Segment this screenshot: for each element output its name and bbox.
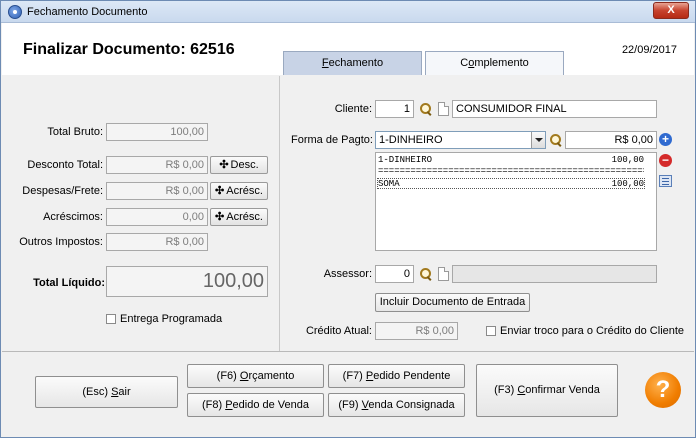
list-item[interactable]: 1-DINHEIRO 100,00 — [378, 155, 644, 166]
button-label: Acrésc. — [226, 185, 263, 197]
close-button[interactable]: X — [653, 2, 689, 19]
document-date: 22/09/2017 — [621, 44, 677, 56]
remove-icon[interactable]: − — [659, 154, 672, 167]
orcamento-button[interactable]: (F6) Orçamento — [187, 364, 324, 388]
forma-pagto-label: Forma de Pagto: — [291, 134, 373, 146]
button-label: edido Pendente — [373, 370, 451, 382]
tab-fechamento[interactable]: Fechamento — [283, 51, 422, 75]
tab-complemento[interactable]: Complemento — [425, 51, 564, 75]
pagto-amount-field[interactable]: R$ 0,00 — [565, 131, 657, 149]
button-label: Desc. — [230, 159, 259, 171]
search-icon[interactable] — [549, 133, 563, 147]
title-bar: Fechamento Documento X — [1, 1, 695, 23]
confirmar-venda-button[interactable]: (F3) Confirmar Venda — [476, 364, 618, 417]
despesas-field: R$ 0,00 — [106, 182, 208, 200]
search-icon[interactable] — [419, 102, 433, 116]
tab-label: echamento — [328, 57, 384, 69]
button-label: rçamento — [248, 370, 295, 382]
app-icon — [8, 5, 22, 19]
assessor-code-field[interactable]: 0 — [375, 265, 414, 283]
credito-atual-label: Crédito Atual: — [305, 325, 372, 337]
forma-pagto-select[interactable]: 1-DINHEIRO — [375, 131, 546, 149]
button-label: (F8) — [201, 399, 226, 411]
outros-impostos-label: Outros Impostos: — [19, 236, 103, 248]
acrescimos-label: Acréscimos: — [43, 211, 103, 223]
pedido-pendente-button[interactable]: (F7) Pedido Pendente — [328, 364, 465, 388]
window: Fechamento Documento X Finalizar Documen… — [0, 0, 696, 438]
divider — [2, 351, 694, 352]
cliente-name-field[interactable]: CONSUMIDOR FINAL — [452, 100, 657, 118]
assessor-label: Assessor: — [323, 268, 372, 280]
tab-label: C — [460, 57, 469, 69]
acrescimos-field: 0,00 — [106, 208, 208, 226]
incluir-documento-button[interactable]: Incluir Documento de Entrada — [375, 293, 530, 312]
list-item[interactable]: SOMA 100,00 — [377, 178, 645, 189]
enviar-troco-checkbox[interactable] — [486, 326, 496, 336]
button-label: enda Consignada — [368, 399, 455, 411]
pedido-de-venda-button[interactable]: (F8) Pedido de Venda — [187, 393, 324, 417]
tab-label: mplemento — [474, 57, 529, 69]
payment-value: 100,00 — [611, 155, 644, 165]
window-title: Fechamento Documento — [27, 6, 148, 18]
total-liquido-field: 100,00 — [106, 266, 268, 297]
desconto-label: Desconto Total: — [27, 159, 103, 171]
acrescimos-button[interactable]: ✣ Acrésc. — [210, 208, 268, 226]
button-label: (Esc) — [82, 386, 112, 398]
despesas-acrescimo-button[interactable]: ✣ Acrésc. — [210, 182, 268, 200]
entrega-programada-checkbox[interactable] — [106, 314, 116, 324]
entrega-programada-label: Entrega Programada — [120, 313, 223, 325]
search-icon[interactable] — [419, 267, 433, 281]
button-label: (F7) — [342, 370, 366, 382]
header: Finalizar Documento: 62516 22/09/2017 Fe… — [2, 23, 694, 75]
button-label: Acrésc. — [226, 211, 263, 223]
forma-pagto-value: 1-DINHEIRO — [379, 134, 443, 146]
help-icon[interactable]: ? — [645, 372, 681, 408]
payment-list[interactable]: 1-DINHEIRO 100,00 =======================… — [375, 152, 657, 251]
button-label: (F3) — [494, 384, 518, 396]
list-icon[interactable] — [659, 175, 672, 187]
credito-atual-field: R$ 0,00 — [375, 322, 458, 340]
cliente-code-field[interactable]: 1 — [375, 100, 414, 118]
list-item: ========================================… — [378, 166, 644, 177]
plus-icon: ✣ — [215, 185, 225, 197]
assessor-name-field — [452, 265, 657, 283]
tab-label: F — [321, 57, 329, 69]
button-label: onfirmar Venda — [525, 384, 600, 396]
payment-name: 1-DINHEIRO — [378, 155, 433, 165]
button-label: (F6) — [216, 370, 240, 382]
payment-name: SOMA — [378, 179, 400, 189]
button-label: edido de Venda — [232, 399, 310, 411]
plus-icon: ✣ — [219, 159, 229, 171]
chevron-down-icon[interactable] — [531, 132, 545, 148]
button-label: P — [225, 399, 233, 411]
document-icon[interactable] — [438, 267, 449, 281]
add-icon[interactable]: + — [659, 133, 672, 146]
venda-consignada-button[interactable]: (F9) Venda Consignada — [328, 393, 465, 417]
button-label: (F9) — [338, 399, 362, 411]
total-bruto-field: 100,00 — [106, 123, 208, 141]
enviar-troco-label: Enviar troco para o Crédito do Cliente — [500, 325, 685, 337]
total-liquido-label: Total Líquido: — [33, 277, 105, 289]
total-bruto-label: Total Bruto: — [47, 126, 103, 138]
sair-button[interactable]: (Esc) Sair — [35, 376, 178, 408]
document-icon[interactable] — [438, 102, 449, 116]
payment-separator: ========================================… — [378, 166, 644, 176]
plus-icon: ✣ — [215, 211, 225, 223]
outros-impostos-field: R$ 0,00 — [106, 233, 208, 251]
button-label: air — [118, 386, 131, 398]
desconto-field: R$ 0,00 — [106, 156, 208, 174]
payment-value: 100,00 — [611, 179, 644, 189]
desconto-button[interactable]: ✣ Desc. — [210, 156, 268, 174]
despesas-label: Despesas/Frete: — [22, 185, 103, 197]
cliente-label: Cliente: — [334, 103, 372, 115]
page-title: Finalizar Documento: 62516 — [23, 41, 235, 58]
